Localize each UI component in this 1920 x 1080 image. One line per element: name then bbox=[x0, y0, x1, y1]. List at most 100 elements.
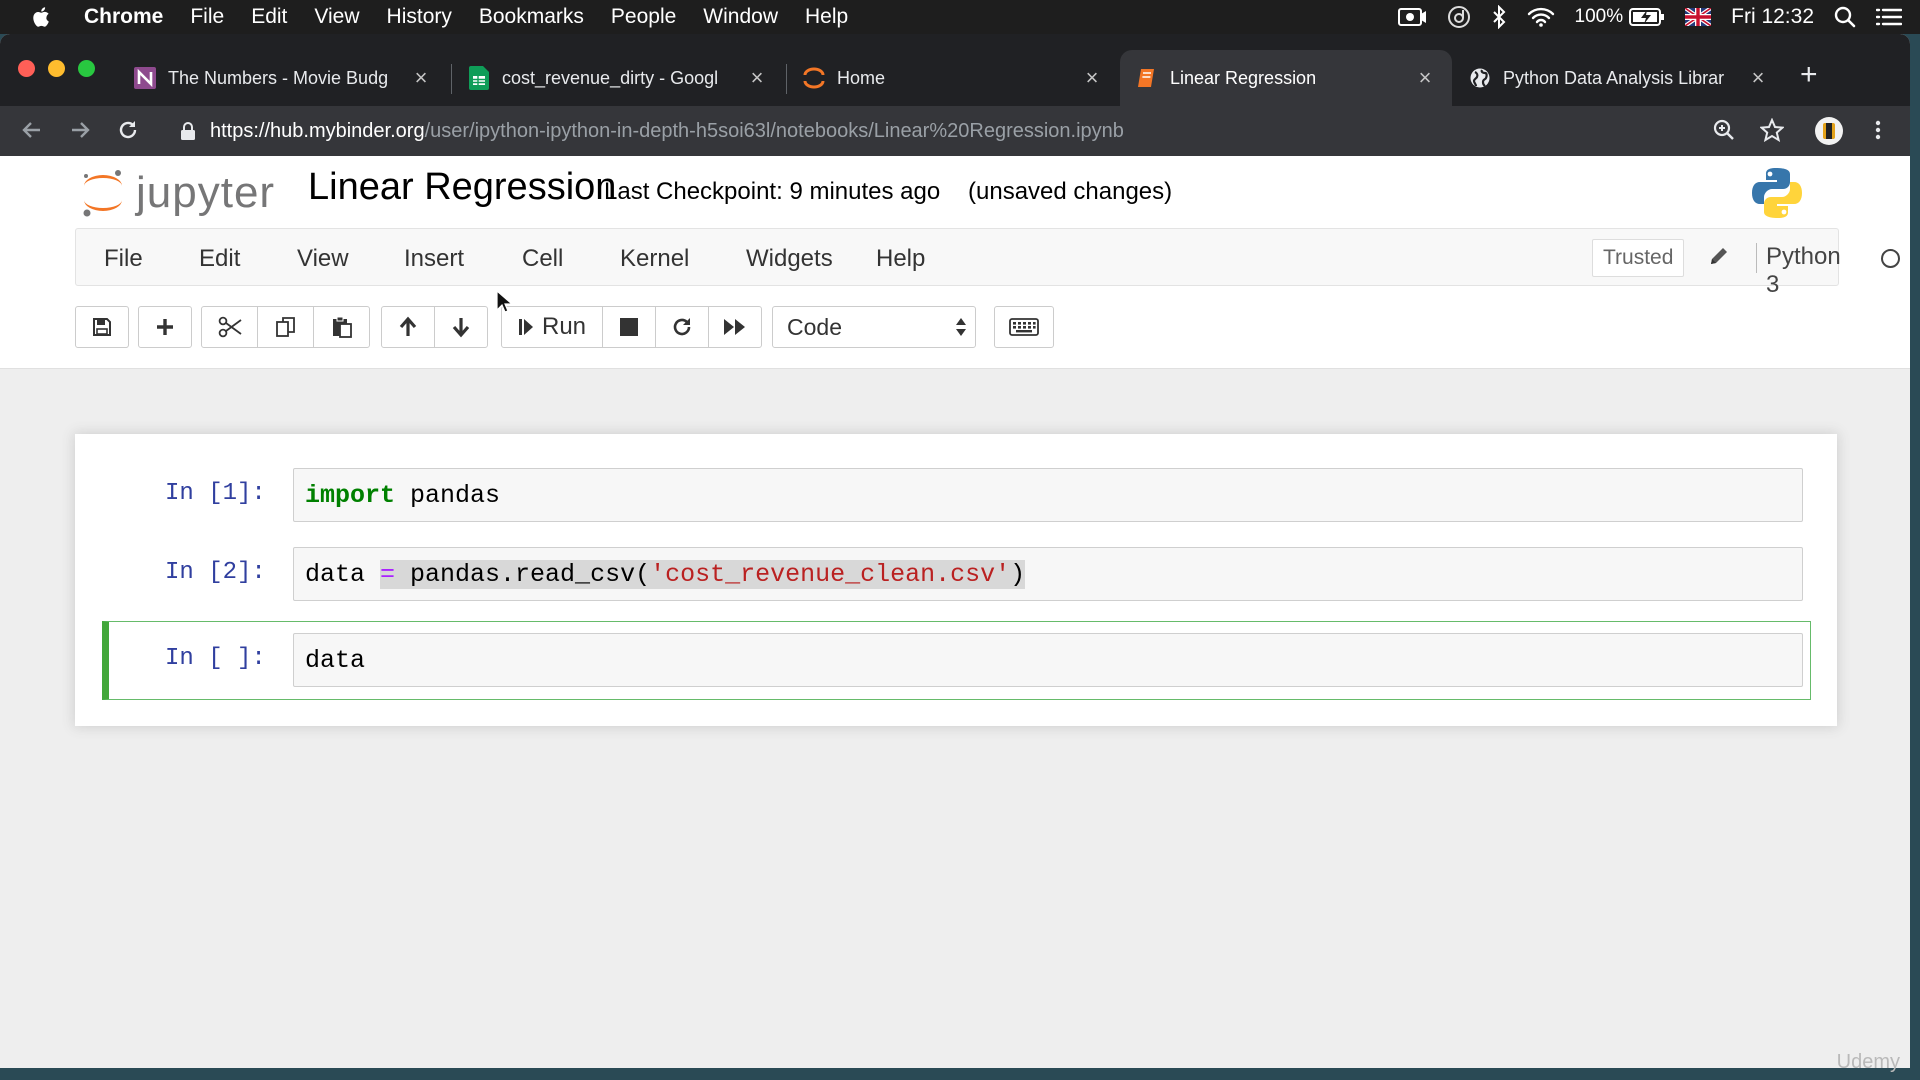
back-button[interactable] bbox=[20, 118, 46, 144]
menu-edit[interactable]: Edit bbox=[251, 5, 287, 29]
bluetooth-icon[interactable] bbox=[1491, 5, 1507, 29]
python-logo-icon bbox=[1752, 168, 1802, 218]
code-input[interactable]: data = pandas.read_csv('cost_revenue_cle… bbox=[293, 547, 1803, 601]
arrow-down-icon bbox=[452, 318, 470, 338]
insert-button-group bbox=[138, 306, 192, 348]
menu-help[interactable]: Help bbox=[805, 5, 848, 29]
interrupt-kernel-button[interactable] bbox=[602, 306, 656, 348]
nb-menu-kernel[interactable]: Kernel bbox=[620, 245, 689, 273]
jupyter-wordmark: jupyter bbox=[136, 168, 276, 217]
tab-close-icon[interactable]: × bbox=[1081, 65, 1103, 91]
spotlight-search-icon[interactable] bbox=[1834, 6, 1856, 28]
tab-close-icon[interactable]: × bbox=[1747, 65, 1769, 91]
kernel-name[interactable]: Python 3 bbox=[1766, 243, 1841, 299]
nb-menu-insert[interactable]: Insert bbox=[404, 245, 464, 273]
reload-button[interactable] bbox=[116, 118, 142, 144]
status-circle-icon[interactable] bbox=[1447, 5, 1471, 29]
code-input[interactable]: import pandas bbox=[293, 468, 1803, 522]
wifi-icon[interactable] bbox=[1527, 6, 1555, 28]
code-token: import bbox=[305, 481, 396, 510]
tab-close-icon[interactable]: × bbox=[1414, 65, 1436, 91]
lock-icon[interactable] bbox=[180, 122, 196, 140]
jupyter-page: jupyter Linear Regression Last Checkpoin… bbox=[0, 156, 1910, 1068]
tab-cost-revenue-dirty[interactable]: cost_revenue_dirty - Googl × bbox=[452, 50, 784, 106]
macos-menu-bar: Chrome File Edit View History Bookmarks … bbox=[0, 0, 1920, 34]
menu-bookmarks[interactable]: Bookmarks bbox=[479, 5, 584, 29]
screen-record-icon[interactable] bbox=[1397, 6, 1427, 28]
minimize-window-button[interactable] bbox=[48, 60, 65, 77]
code-input[interactable]: data bbox=[293, 633, 1803, 687]
scissors-icon bbox=[218, 316, 242, 338]
move-up-button[interactable] bbox=[381, 306, 435, 348]
nb-menu-file[interactable]: File bbox=[104, 245, 143, 273]
forward-button[interactable] bbox=[68, 118, 94, 144]
tab-strip: The Numbers - Movie Budg × cost_revenue_… bbox=[0, 34, 1910, 106]
nb-menu-edit[interactable]: Edit bbox=[199, 245, 240, 273]
browser-toolbar: https://hub.mybinder.org/user/ipython-ip… bbox=[0, 106, 1910, 156]
bookmark-star-icon[interactable] bbox=[1760, 118, 1784, 142]
nb-menu-cell[interactable]: Cell bbox=[522, 245, 563, 273]
url-path: /user/ipython-ipython-in-depth-h5soi63l/… bbox=[424, 119, 1124, 142]
copy-button[interactable] bbox=[257, 306, 314, 348]
extension-icon[interactable] bbox=[1814, 116, 1844, 146]
code-token: 'cost_revenue_clean.csv' bbox=[650, 560, 1011, 589]
jupyter-favicon-icon bbox=[803, 67, 825, 89]
jupyter-logo[interactable]: jupyter bbox=[80, 168, 275, 218]
move-down-button[interactable] bbox=[434, 306, 488, 348]
menu-file[interactable]: File bbox=[190, 5, 224, 29]
restart-kernel-button[interactable] bbox=[655, 306, 709, 348]
cut-button[interactable] bbox=[201, 306, 258, 348]
address-bar[interactable]: https://hub.mybinder.org/user/ipython-ip… bbox=[165, 112, 1780, 150]
code-cell-3[interactable]: In [ ]: data bbox=[102, 621, 1811, 700]
save-button-group bbox=[75, 306, 129, 348]
code-token: pandas.read_csv( bbox=[395, 560, 651, 589]
run-button-group: Run bbox=[501, 306, 762, 348]
paste-button[interactable] bbox=[313, 306, 370, 348]
tab-the-numbers[interactable]: The Numbers - Movie Budg × bbox=[118, 50, 448, 106]
command-palette-button[interactable] bbox=[994, 306, 1054, 348]
menu-history[interactable]: History bbox=[387, 5, 452, 29]
trusted-indicator[interactable]: Trusted bbox=[1592, 239, 1685, 277]
input-prompt: In [2]: bbox=[165, 559, 266, 586]
tab-home[interactable]: Home × bbox=[787, 50, 1119, 106]
notebook-title[interactable]: Linear Regression bbox=[308, 166, 616, 209]
select-arrows-icon bbox=[956, 318, 966, 336]
code-cell-1[interactable]: In [1]: import pandas bbox=[103, 464, 1803, 528]
tab-linear-regression[interactable]: Linear Regression × bbox=[1120, 50, 1452, 106]
code-token: ) bbox=[1010, 560, 1026, 589]
notification-center-icon[interactable] bbox=[1876, 6, 1902, 28]
menu-window[interactable]: Window bbox=[703, 5, 778, 29]
keyboard-icon bbox=[1009, 318, 1039, 336]
notebook-header: jupyter Linear Regression Last Checkpoin… bbox=[0, 156, 1910, 226]
uk-flag-icon[interactable] bbox=[1685, 8, 1712, 26]
code-token: data bbox=[305, 560, 381, 589]
cell-type-select[interactable]: Code bbox=[772, 306, 976, 348]
nb-menu-widgets[interactable]: Widgets bbox=[746, 245, 833, 273]
tab-title: The Numbers - Movie Budg bbox=[168, 67, 389, 88]
kernel-idle-indicator bbox=[1881, 249, 1900, 268]
zoom-window-button[interactable] bbox=[78, 60, 95, 77]
menu-view[interactable]: View bbox=[314, 5, 359, 29]
insert-cell-button[interactable] bbox=[138, 306, 192, 348]
close-window-button[interactable] bbox=[18, 60, 35, 77]
tab-close-icon[interactable]: × bbox=[746, 65, 768, 91]
tab-close-icon[interactable]: × bbox=[410, 65, 432, 91]
chrome-menu-icon[interactable] bbox=[1874, 118, 1882, 142]
save-button[interactable] bbox=[75, 306, 129, 348]
code-cell-2[interactable]: In [2]: data = pandas.read_csv('cost_rev… bbox=[103, 543, 1803, 607]
new-tab-button[interactable]: + bbox=[1800, 60, 1818, 90]
clock[interactable]: Fri 12:32 bbox=[1731, 5, 1814, 29]
restart-run-all-button[interactable] bbox=[708, 306, 762, 348]
edit-pencil-icon[interactable] bbox=[1708, 245, 1730, 267]
nb-menu-view[interactable]: View bbox=[297, 245, 349, 273]
battery-icon[interactable] bbox=[1629, 7, 1665, 27]
tab-python-data-analysis[interactable]: Python Data Analysis Librar × bbox=[1453, 50, 1785, 106]
nb-menu-help[interactable]: Help bbox=[876, 245, 925, 273]
code-token: pandas bbox=[395, 481, 501, 510]
apple-icon[interactable] bbox=[30, 5, 54, 29]
menu-people[interactable]: People bbox=[611, 5, 676, 29]
menu-app-chrome[interactable]: Chrome bbox=[84, 5, 163, 29]
notebook-menubar: File Edit View Insert Cell Kernel Widget… bbox=[75, 228, 1900, 298]
run-button[interactable]: Run bbox=[501, 306, 603, 348]
zoom-icon[interactable] bbox=[1712, 118, 1736, 142]
